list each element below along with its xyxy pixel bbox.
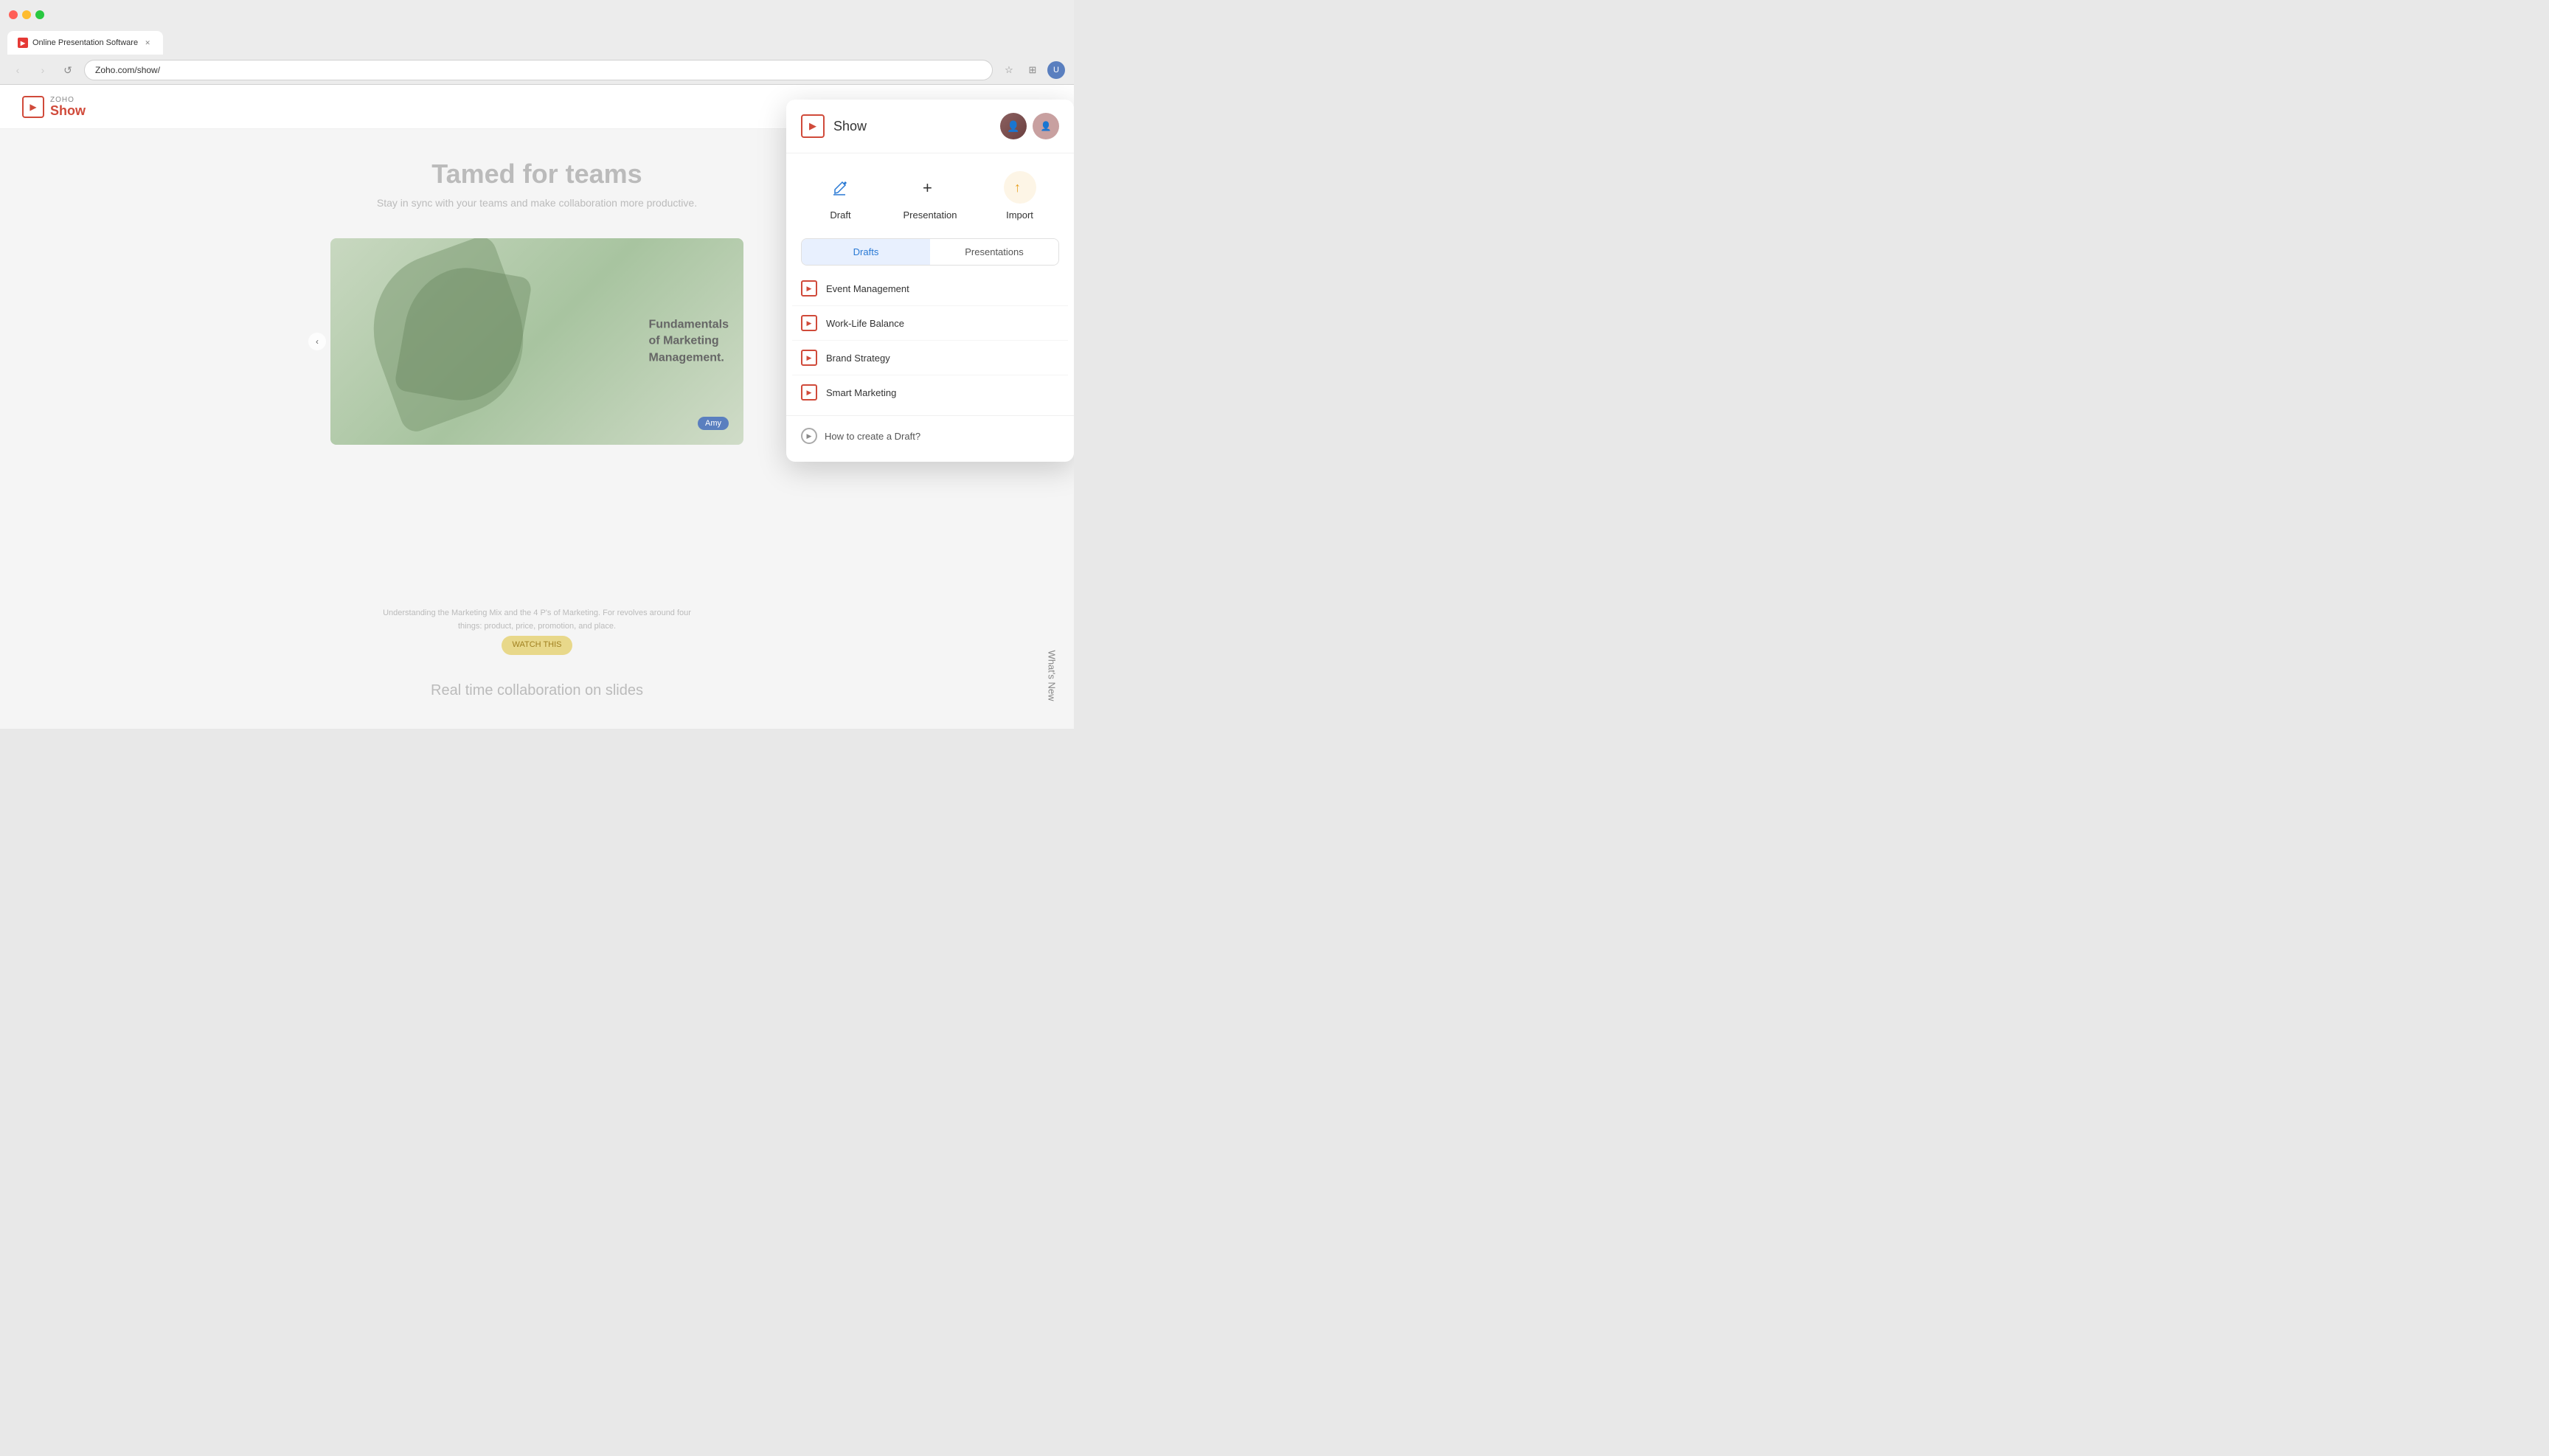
bottom-text: Real time collaboration on slides: [0, 682, 1074, 699]
bookmark-icon[interactable]: ☆: [1000, 61, 1018, 79]
presentation-action[interactable]: + Presentation: [904, 171, 957, 221]
popup-footer: ▶ How to create a Draft?: [786, 415, 1074, 447]
svg-text:+: +: [923, 178, 932, 197]
user-avatar-image-1: 👤: [1000, 113, 1027, 139]
list-item[interactable]: ▶ Brand Strategy: [792, 341, 1068, 375]
draft-icon: [825, 171, 857, 204]
draft-label: Draft: [830, 209, 850, 221]
popup-actions: Draft + Presentation ↑ Import: [786, 153, 1074, 238]
item-icon-3: ▶: [801, 350, 817, 366]
popup-panel: ▶ Show 👤 👤 Draft: [786, 100, 1074, 462]
popup-title: Show: [833, 119, 867, 134]
slide-prev-button[interactable]: ‹: [308, 333, 326, 350]
create-draft-link[interactable]: How to create a Draft?: [825, 431, 920, 442]
list-item[interactable]: ▶ Event Management: [792, 271, 1068, 306]
popup-user-avatar-2[interactable]: 👤: [1033, 113, 1059, 139]
logo-zoho: Zoho: [50, 97, 86, 104]
item-name-1: Event Management: [826, 283, 909, 294]
draft-action[interactable]: Draft: [825, 171, 857, 221]
import-action[interactable]: ↑ Import: [1004, 171, 1036, 221]
item-name-4: Smart Marketing: [826, 387, 896, 398]
presentation-label: Presentation: [904, 209, 957, 221]
play-circle-icon: ▶: [801, 428, 817, 444]
tab-favicon-icon: ▶: [18, 38, 28, 48]
import-icon: ↑: [1004, 171, 1036, 204]
browser-actions: ☆ ⊞ U: [1000, 61, 1065, 79]
logo-show: Show: [50, 104, 86, 117]
slide-description: Understanding the Marketing Mix and the …: [375, 607, 699, 655]
item-icon-1: ▶: [801, 280, 817, 297]
tab-title: Online Presentation Software: [32, 38, 138, 47]
website-content: ▶ Zoho Show Features ▾ Templa... Tamed f…: [0, 85, 1074, 729]
main-subtitle: Stay in sync with your teams and make co…: [377, 197, 697, 209]
traffic-lights: [9, 10, 44, 19]
browser-chrome: ▶ Online Presentation Software ✕ ‹ › ↺ Z…: [0, 0, 1074, 85]
popup-user-avatars: 👤 👤: [1000, 113, 1059, 139]
tab-drafts[interactable]: Drafts: [802, 239, 930, 265]
item-icon-4: ▶: [801, 384, 817, 401]
whats-new-label[interactable]: What's New: [1047, 651, 1058, 701]
avatar-badge: Amy: [698, 417, 729, 430]
address-bar-row: ‹ › ↺ Zoho.com/show/ ☆ ⊞ U: [0, 56, 1074, 84]
slide-preview: Fundamentalsof MarketingManagement. Amy: [330, 238, 743, 445]
tab-bar: ▶ Online Presentation Software ✕: [0, 30, 1074, 56]
list-item[interactable]: ▶ Smart Marketing: [792, 375, 1068, 409]
address-text: Zoho.com/show/: [95, 65, 160, 75]
extensions-icon[interactable]: ⊞: [1024, 61, 1041, 79]
slide-text-overlay: Fundamentalsof MarketingManagement.: [649, 316, 729, 366]
import-label: Import: [1006, 209, 1033, 221]
svg-text:↑: ↑: [1014, 180, 1021, 195]
logo-text: Zoho Show: [50, 97, 86, 117]
address-bar[interactable]: Zoho.com/show/: [84, 60, 993, 80]
item-name-3: Brand Strategy: [826, 353, 890, 364]
main-title: Tamed for teams: [431, 159, 642, 190]
item-name-2: Work-Life Balance: [826, 318, 904, 329]
popup-list: ▶ Event Management ▶ Work-Life Balance ▶…: [786, 271, 1074, 409]
back-button[interactable]: ‹: [9, 61, 27, 79]
list-item[interactable]: ▶ Work-Life Balance: [792, 306, 1068, 341]
popup-user-avatar-1[interactable]: 👤: [1000, 113, 1027, 139]
fullscreen-traffic-light[interactable]: [35, 10, 44, 19]
browser-user-avatar[interactable]: U: [1047, 61, 1065, 79]
minimize-traffic-light[interactable]: [22, 10, 31, 19]
browser-tab[interactable]: ▶ Online Presentation Software ✕: [7, 31, 163, 55]
slide-container: Fundamentalsof MarketingManagement. Amy …: [330, 238, 743, 445]
popup-tabs: Drafts Presentations: [801, 238, 1059, 266]
logo-icon: ▶: [22, 96, 44, 118]
site-logo: ▶ Zoho Show: [22, 96, 86, 118]
close-traffic-light[interactable]: [9, 10, 18, 19]
title-bar: [0, 0, 1074, 30]
popup-logo-icon: ▶: [801, 114, 825, 138]
tab-presentations[interactable]: Presentations: [930, 239, 1058, 265]
refresh-button[interactable]: ↺: [59, 61, 77, 79]
watch-button[interactable]: WATCH THIS: [502, 636, 572, 655]
tab-close-button[interactable]: ✕: [142, 38, 153, 48]
presentation-icon: +: [914, 171, 946, 204]
forward-button[interactable]: ›: [34, 61, 52, 79]
item-icon-2: ▶: [801, 315, 817, 331]
popup-header: ▶ Show 👤 👤: [786, 100, 1074, 153]
